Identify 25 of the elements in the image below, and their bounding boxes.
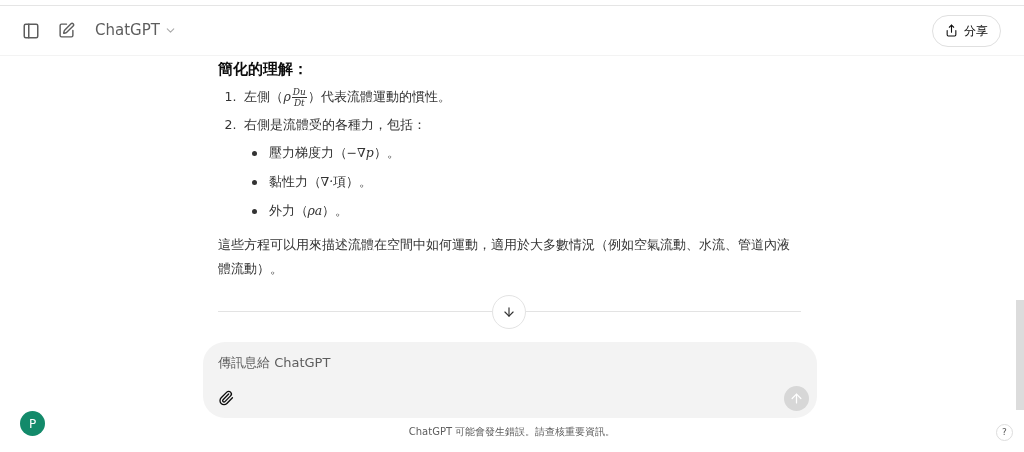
message-composer[interactable]: 傳訊息給 ChatGPT	[203, 341, 817, 418]
disclaimer: ChatGPT 可能會發生錯誤。請查核重要資訊。	[408, 424, 616, 439]
bullet-icon	[251, 209, 257, 214]
list-text: 黏性力（∇·項）。	[268, 173, 373, 192]
math-formula: −∇p	[346, 144, 374, 163]
user-avatar[interactable]: P	[20, 411, 45, 436]
math-formula: ∇·	[320, 173, 334, 192]
list-text: 壓力梯度力（−∇p）。	[268, 144, 400, 163]
share-icon	[945, 24, 958, 37]
paragraph: 這些方程可以用來描述流體在空間中如何運動，適用於大多數情況（例如空氣流動、水流、管道內液體流動）。	[217, 235, 791, 278]
sidebar-toggle-icon[interactable]	[22, 21, 40, 40]
list-text: 外力（ρa）。	[268, 202, 349, 221]
scroll-down-button[interactable]	[492, 294, 526, 329]
list-text: 右側是流體受的各種力，包括：	[244, 116, 427, 135]
scrollbar[interactable]	[1016, 300, 1024, 410]
math-formula: ρa	[307, 202, 323, 221]
attach-icon[interactable]	[218, 390, 234, 406]
section-heading: 簡化的理解：	[217, 59, 309, 80]
list-number: 1.	[224, 88, 237, 107]
bullet-icon	[251, 151, 257, 156]
list-number: 2.	[224, 116, 237, 135]
new-chat-icon[interactable]	[58, 22, 75, 39]
message-input[interactable]: 傳訊息給 ChatGPT	[218, 352, 802, 372]
model-selector[interactable]: ChatGPT	[95, 19, 177, 42]
bullet-icon	[251, 180, 257, 185]
